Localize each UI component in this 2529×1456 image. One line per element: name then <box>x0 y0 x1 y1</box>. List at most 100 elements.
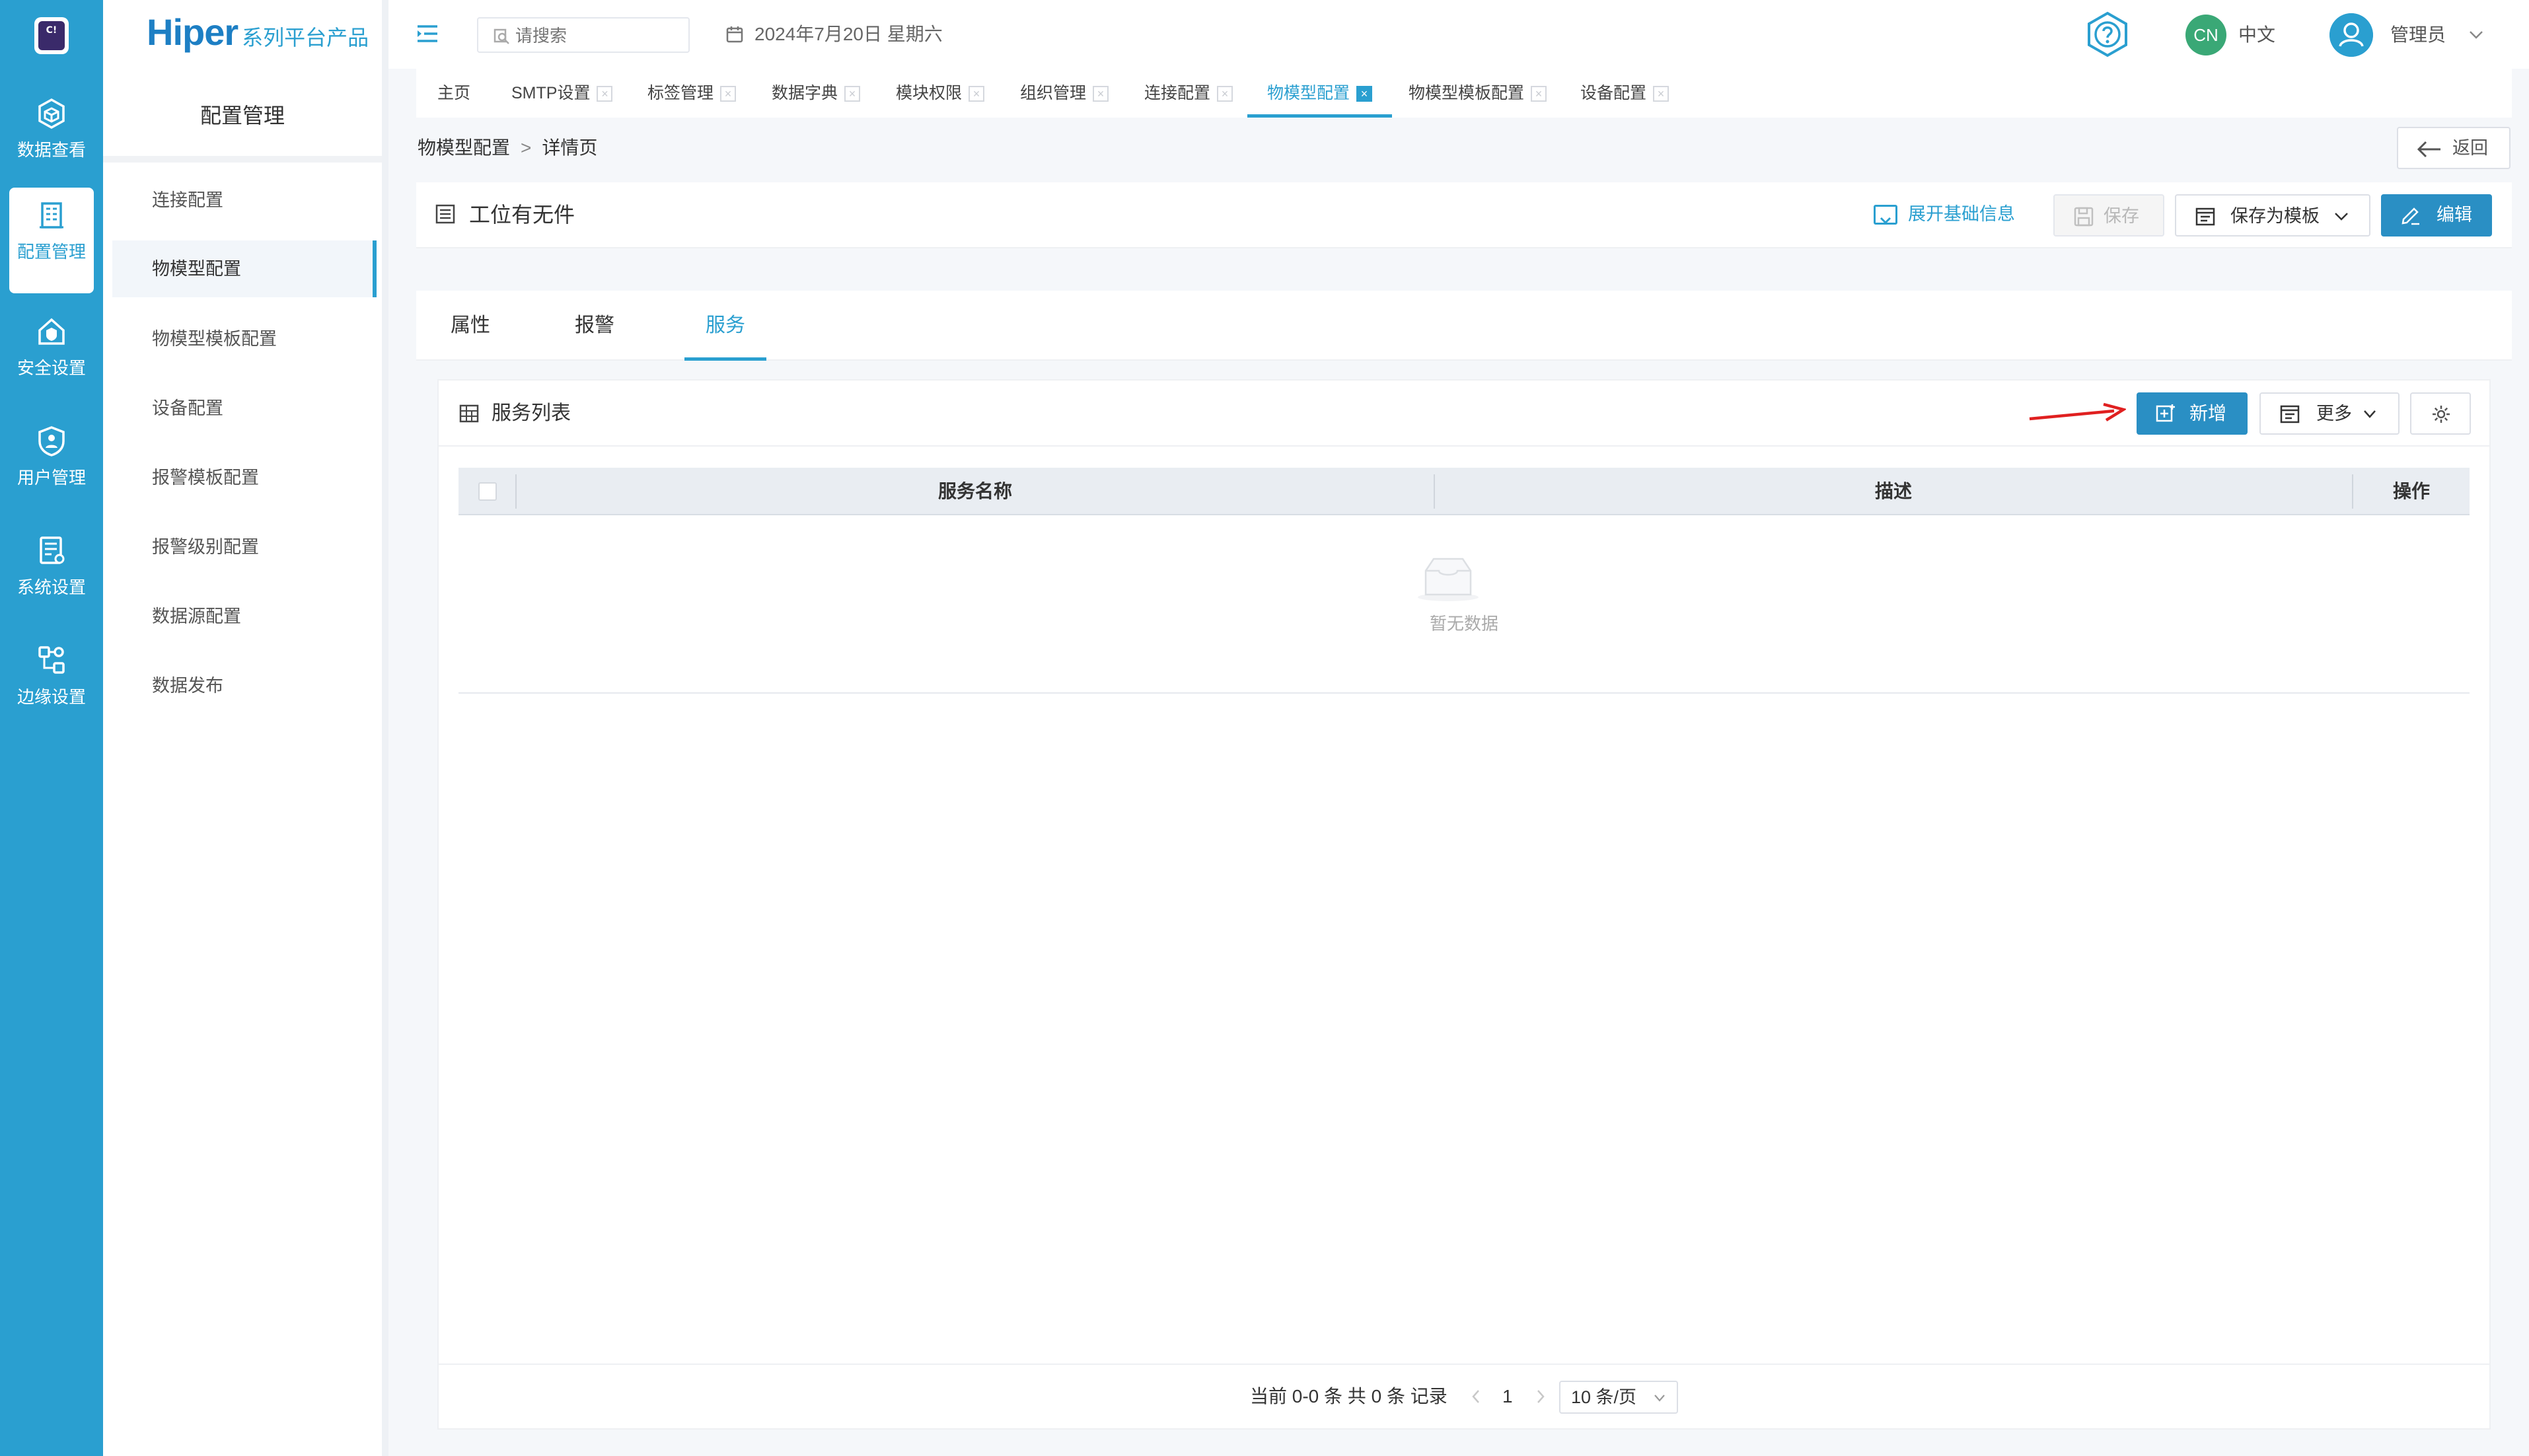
sidebar-item-label: 连接配置 <box>152 190 223 210</box>
select-all-checkbox[interactable] <box>478 482 497 501</box>
list-icon <box>2280 405 2300 423</box>
tab-properties[interactable]: 属性 <box>436 291 505 361</box>
language-badge: CN <box>2185 15 2226 55</box>
app-logo[interactable]: C! <box>34 17 69 54</box>
user-name: 管理员 <box>2390 24 2446 45</box>
sidebar-item-label: 报警模板配置 <box>152 468 259 488</box>
page-size-value: 10 条/页 <box>1571 1387 1637 1407</box>
close-icon[interactable]: × <box>844 86 861 102</box>
rail-item-system-settings[interactable]: 系统设置 <box>9 523 94 629</box>
save-button[interactable]: 保存 <box>2053 194 2164 237</box>
close-icon[interactable]: × <box>1356 86 1373 102</box>
add-icon <box>2156 404 2175 422</box>
sidebar-item-label: 数据源配置 <box>152 606 241 626</box>
chevron-left-icon[interactable] <box>1471 1389 1481 1404</box>
chevron-right-icon[interactable] <box>1535 1389 1546 1404</box>
sidebar-item-thing-model-config[interactable]: 物模型配置 <box>112 240 377 297</box>
rail-item-label: 系统设置 <box>17 577 86 597</box>
tab-thing-model-template-config[interactable]: 物模型模板配置 × <box>1409 69 1547 118</box>
service-list-header: 服务列表 新增 更多 <box>439 381 2489 447</box>
expand-icon <box>1874 205 1897 225</box>
brand-logo: Hiper 系列平台产品 <box>147 11 369 58</box>
close-icon[interactable]: × <box>720 86 737 102</box>
brand-suffix: 系列平台产品 <box>242 26 369 50</box>
rail-item-edge-settings[interactable]: 边缘设置 <box>9 633 94 739</box>
rail-item-label: 安全设置 <box>17 358 86 378</box>
sidebar-item-label: 设备配置 <box>152 398 223 418</box>
rail-item-config-management[interactable]: 配置管理 <box>9 188 94 293</box>
edit-button[interactable]: 编辑 <box>2381 194 2492 237</box>
back-button[interactable]: 返回 <box>2397 127 2511 169</box>
sidebar-item-connection-config[interactable]: 连接配置 <box>112 172 377 229</box>
app-logo-text: C! <box>46 25 57 36</box>
expand-basic-info-link[interactable]: 展开基础信息 <box>1874 198 2015 230</box>
column-header-description[interactable]: 描述 <box>1435 468 2352 515</box>
sidebar-divider <box>103 156 382 163</box>
left-nav-rail: C! 数据查看 配置管理 安全设置 用户管理 系统设置 边缘设置 <box>0 0 103 1456</box>
save-as-template-button[interactable]: 保存为模板 <box>2175 194 2370 237</box>
back-button-label: 返回 <box>2452 138 2488 158</box>
detail-sub-tabs: 属性 报警 服务 <box>416 291 2512 361</box>
tab-data-dictionary[interactable]: 数据字典 × <box>772 69 861 118</box>
chevron-down-icon <box>2364 410 2376 418</box>
user-shield-icon <box>38 426 65 456</box>
tab-label: 连接配置 <box>1144 84 1211 102</box>
page-tabs-bar: 主页 SMTP设置 × 标签管理 × 数据字典 × 模块权限 × 组织管理 × 连接配置 ×… <box>416 69 2512 118</box>
sidebar-item-datasource-config[interactable]: 数据源配置 <box>112 588 377 645</box>
cube-icon <box>38 98 65 129</box>
sidebar-item-label: 物模型模板配置 <box>152 329 277 349</box>
tab-connection-config[interactable]: 连接配置 × <box>1144 69 1233 118</box>
tab-tag-management[interactable]: 标签管理 × <box>647 69 737 118</box>
current-page-number[interactable]: 1 <box>1502 1365 1513 1428</box>
rail-item-label: 用户管理 <box>17 468 86 488</box>
sidebar-item-alarm-template-config[interactable]: 报警模板配置 <box>112 449 377 506</box>
close-icon[interactable]: × <box>1217 86 1233 102</box>
search-input[interactable] <box>515 24 680 48</box>
column-header-service-name[interactable]: 服务名称 <box>517 468 1434 515</box>
page-size-select[interactable]: 10 条/页 <box>1559 1381 1678 1414</box>
tab-label: 设备配置 <box>1580 84 1647 102</box>
tab-device-config[interactable]: 设备配置 × <box>1580 69 1669 118</box>
tab-label: 数据字典 <box>772 84 838 102</box>
arrow-left-icon <box>2417 141 2440 158</box>
rail-item-data-view[interactable]: 数据查看 <box>9 86 94 192</box>
help-icon[interactable] <box>2084 11 2131 58</box>
global-search[interactable] <box>477 17 690 53</box>
tab-thing-model-config[interactable]: 物模型配置 × <box>1247 69 1393 118</box>
sidebar-item-alarm-level-config[interactable]: 报警级别配置 <box>112 519 377 575</box>
sidebar-item-thing-model-template-config[interactable]: 物模型模板配置 <box>112 310 377 367</box>
tab-alarms[interactable]: 报警 <box>560 291 629 361</box>
tab-label: 服务 <box>706 314 745 336</box>
close-icon[interactable]: × <box>1093 86 1109 102</box>
column-settings-button[interactable] <box>2410 392 2471 435</box>
tab-org-management[interactable]: 组织管理 × <box>1020 69 1109 118</box>
close-icon[interactable]: × <box>1653 86 1669 102</box>
edit-button-label: 编辑 <box>2437 205 2472 225</box>
rail-item-user-management[interactable]: 用户管理 <box>9 414 94 519</box>
gear-icon <box>2433 406 2450 423</box>
user-avatar-icon <box>2329 13 2373 57</box>
add-service-button[interactable]: 新增 <box>2137 392 2248 435</box>
close-icon[interactable]: × <box>1531 86 1547 102</box>
tab-smtp-settings[interactable]: SMTP设置 × <box>511 69 613 118</box>
chevron-down-icon <box>1654 1395 1665 1402</box>
rail-item-label: 边缘设置 <box>17 687 86 707</box>
menu-toggle-icon[interactable] <box>416 24 439 44</box>
home-shield-icon <box>38 318 65 345</box>
tab-services[interactable]: 服务 <box>684 291 766 361</box>
pagination: 当前 0-0 条 共 0 条 记录 1 10 条/页 <box>439 1365 2489 1428</box>
building-icon <box>40 202 63 229</box>
save-button-label: 保存 <box>2104 206 2139 226</box>
sidebar-item-data-publish[interactable]: 数据发布 <box>112 657 377 714</box>
chevron-down-icon <box>2335 213 2348 221</box>
tab-module-permissions[interactable]: 模块权限 × <box>896 69 985 118</box>
column-header-actions: 操作 <box>2392 481 2430 501</box>
close-icon[interactable]: × <box>969 86 985 102</box>
more-actions-button[interactable]: 更多 <box>2259 392 2400 435</box>
rail-item-security-settings[interactable]: 安全设置 <box>9 304 94 410</box>
sidebar-item-device-config[interactable]: 设备配置 <box>112 380 377 437</box>
tab-home[interactable]: 主页 <box>437 69 470 118</box>
close-icon[interactable]: × <box>597 86 613 102</box>
chevron-down-icon <box>2470 31 2483 39</box>
breadcrumb-parent-link[interactable]: 物模型配置 <box>418 137 510 158</box>
